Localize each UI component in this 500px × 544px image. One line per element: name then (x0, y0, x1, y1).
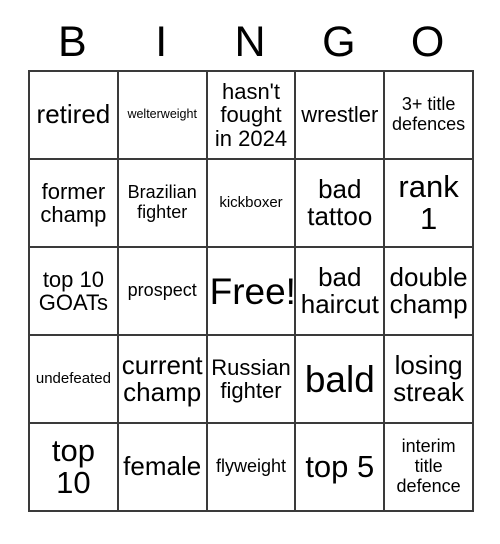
bingo-cell-o5[interactable]: interim title defence (385, 424, 474, 512)
bingo-cell-label: welterweight (127, 107, 197, 122)
bingo-cell-n5[interactable]: flyweight (207, 424, 297, 512)
bingo-cell-free-space[interactable]: Free! (207, 248, 297, 336)
bingo-cell-label: kickboxer (219, 193, 283, 211)
bingo-cell-label: Russian fighter (211, 354, 291, 403)
bingo-cell-label: hasn't fought in 2024 (214, 79, 288, 151)
bingo-cell-label: current champ (121, 349, 203, 407)
bingo-cell-label: 3+ title defences (392, 94, 466, 134)
bingo-cell-b1[interactable]: retired (30, 72, 119, 160)
bingo-cell-i1[interactable]: welterweight (118, 72, 208, 160)
bingo-grid: retired welterweight hasn't fought in 20… (28, 70, 474, 512)
bingo-cell-i5[interactable]: female (118, 424, 208, 512)
bingo-cell-label: bad tattoo (307, 173, 373, 231)
bingo-header-letter-i: I (155, 17, 168, 66)
bingo-cell-label: double champ (389, 261, 468, 319)
bingo-cell-b5[interactable]: top 10 (30, 424, 119, 512)
bingo-cell-label: bad haircut (300, 261, 379, 319)
bingo-cell-i2[interactable]: Brazilian fighter (118, 160, 208, 248)
bingo-cell-label: bald (304, 358, 375, 400)
bingo-cell-o2[interactable]: rank 1 (385, 160, 474, 248)
bingo-header-letter-b: B (58, 17, 87, 66)
bingo-cell-label: top 5 (305, 449, 375, 485)
bingo-cell-label: retired (36, 99, 111, 130)
bingo-cell-o3[interactable]: double champ (385, 248, 474, 336)
bingo-cell-b2[interactable]: former champ (30, 160, 119, 248)
bingo-header-row: B I N G O (28, 14, 472, 70)
bingo-header-letter-n: N (234, 17, 266, 66)
free-space-label: Free! (209, 270, 296, 312)
bingo-card: B I N G O retired welterweight hasn't fo… (28, 14, 474, 512)
bingo-cell-label: interim title defence (396, 436, 461, 496)
bingo-cell-label: flyweight (215, 456, 286, 477)
bingo-cell-o1[interactable]: 3+ title defences (385, 72, 474, 160)
bingo-cell-n1[interactable]: hasn't fought in 2024 (207, 72, 297, 160)
bingo-cell-g4[interactable]: bald (296, 336, 386, 424)
bingo-cell-label: former champ (40, 178, 107, 227)
bingo-cell-i4[interactable]: current champ (118, 336, 208, 424)
bingo-cell-label: losing streak (393, 349, 464, 407)
bingo-row: top 10 GOATs prospect Free! bad haircut … (30, 248, 474, 336)
bingo-cell-label: rank 1 (398, 169, 459, 236)
bingo-cell-i3[interactable]: prospect (118, 248, 208, 336)
bingo-cell-label: top 10 GOATs (38, 266, 109, 315)
bingo-cell-label: prospect (127, 280, 197, 301)
bingo-row: retired welterweight hasn't fought in 20… (30, 72, 474, 160)
bingo-cell-label: top 10 (51, 433, 95, 500)
bingo-cell-b3[interactable]: top 10 GOATs (30, 248, 119, 336)
bingo-cell-n4[interactable]: Russian fighter (207, 336, 297, 424)
bingo-cell-label: undefeated (35, 369, 111, 387)
bingo-cell-g2[interactable]: bad tattoo (296, 160, 386, 248)
bingo-cell-g3[interactable]: bad haircut (296, 248, 386, 336)
bingo-cell-label: Brazilian fighter (127, 182, 197, 222)
bingo-cell-g1[interactable]: wrestler (296, 72, 386, 160)
bingo-row: former champ Brazilian fighter kickboxer… (30, 160, 474, 248)
bingo-cell-b4[interactable]: undefeated (30, 336, 119, 424)
bingo-header-letter-o: O (410, 17, 445, 66)
bingo-cell-label: wrestler (301, 102, 379, 128)
bingo-cell-label: female (123, 451, 202, 482)
bingo-row: undefeated current champ Russian fighter… (30, 336, 474, 424)
bingo-cell-o4[interactable]: losing streak (385, 336, 474, 424)
bingo-cell-n2[interactable]: kickboxer (207, 160, 297, 248)
bingo-cell-g5[interactable]: top 5 (296, 424, 386, 512)
bingo-header-letter-g: G (322, 17, 356, 66)
bingo-row: top 10 female flyweight top 5 interim ti… (30, 424, 474, 512)
